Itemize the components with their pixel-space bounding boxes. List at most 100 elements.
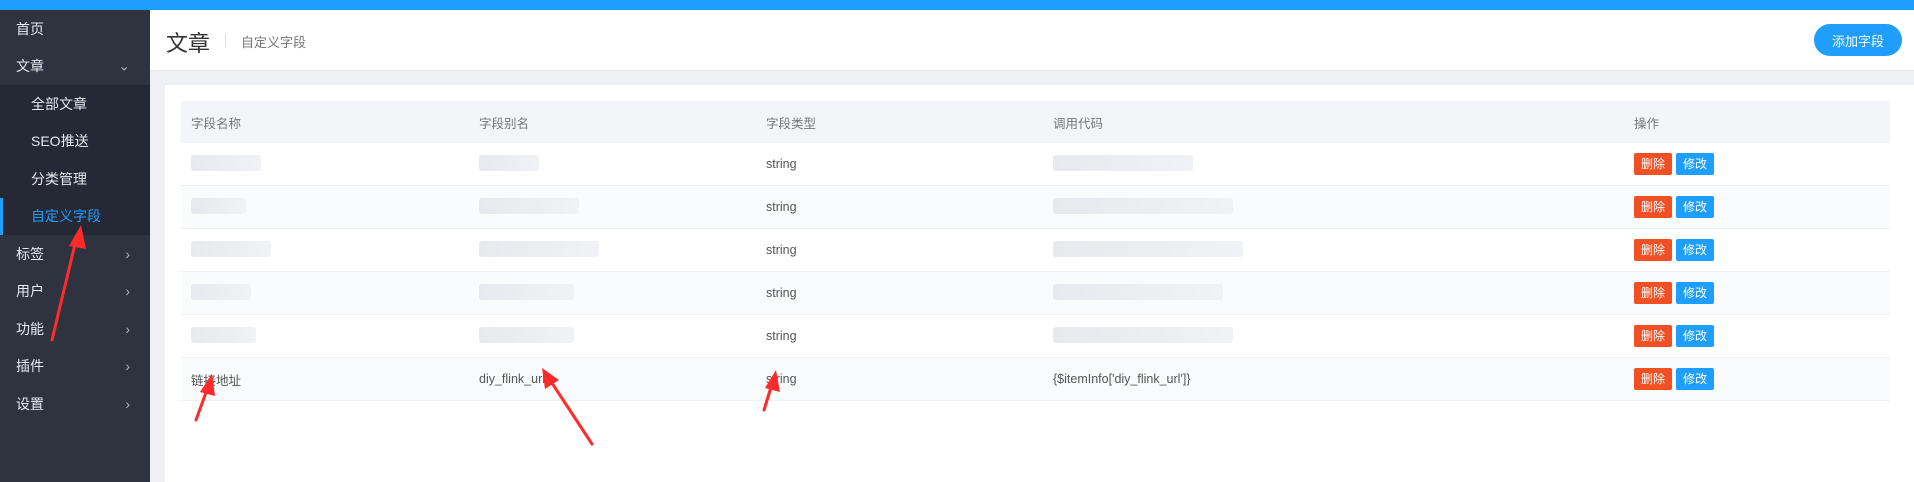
cell-alias (469, 271, 756, 315)
sidebar-item-label: 设置 (16, 395, 44, 412)
cell-type: string (756, 143, 1043, 186)
redacted-text (479, 154, 539, 171)
cell-code (1043, 143, 1624, 186)
sidebar-item-label: 标签 (16, 245, 44, 262)
table-row: string 删除 修改 (181, 271, 1890, 315)
table-header-row: 字段名称 字段别名 字段类型 调用代码 操作 (181, 101, 1890, 143)
table-row: string 删除 修改 (181, 185, 1890, 229)
page-title: 文章 (166, 31, 211, 56)
cell-name (181, 185, 469, 229)
delete-button[interactable]: 删除 (1634, 153, 1673, 175)
chevron-right-icon: › (125, 283, 130, 300)
sidebar-item-settings[interactable]: 设置 › (0, 385, 150, 423)
cell-name (181, 271, 469, 315)
sidebar-subitem-custom-fields[interactable]: 自定义字段 (0, 197, 150, 235)
column-header-code: 调用代码 (1043, 101, 1624, 143)
cell-type: string (756, 185, 1043, 229)
sidebar-subitem-seo-push[interactable]: SEO推送 (0, 123, 150, 161)
edit-button[interactable]: 修改 (1676, 196, 1715, 218)
sidebar-item-label: 文章 (16, 58, 44, 75)
cell-alias (469, 228, 756, 272)
chevron-right-icon: › (125, 245, 130, 262)
cell-name (181, 143, 469, 186)
cell-alias (469, 314, 756, 358)
redacted-text (479, 283, 574, 300)
column-header-name: 字段名称 (181, 101, 469, 143)
delete-button[interactable]: 删除 (1634, 325, 1673, 347)
chevron-right-icon: › (125, 320, 130, 337)
cell-name (181, 314, 469, 358)
edit-button[interactable]: 修改 (1676, 153, 1715, 175)
column-header-type: 字段类型 (756, 101, 1043, 143)
redacted-text (479, 240, 599, 257)
content-card: 字段名称 字段别名 字段类型 调用代码 操作 string 删除 修改 strin… (165, 85, 1914, 482)
redacted-text (191, 154, 261, 171)
cell-name: 链接地址 (181, 357, 469, 401)
delete-button[interactable]: 删除 (1634, 196, 1673, 218)
sidebar-subitem-label: 全部文章 (31, 95, 87, 112)
sidebar-item-features[interactable]: 功能 › (0, 310, 150, 348)
redacted-text (1053, 283, 1223, 300)
sidebar-subnav: 全部文章 SEO推送 分类管理 自定义字段 (0, 85, 150, 235)
edit-button[interactable]: 修改 (1676, 282, 1715, 304)
title-divider (225, 34, 226, 48)
edit-button[interactable]: 修改 (1676, 325, 1715, 347)
redacted-text (1053, 197, 1233, 214)
delete-button[interactable]: 删除 (1634, 282, 1673, 304)
cell-code (1043, 228, 1624, 272)
cell-actions: 删除 修改 (1624, 314, 1890, 358)
redacted-text (479, 326, 574, 343)
cell-alias (469, 185, 756, 229)
page-header: 文章 自定义字段 添加字段 (150, 10, 1914, 71)
cell-actions: 删除 修改 (1624, 228, 1890, 272)
cell-type: string (756, 357, 1043, 401)
sidebar-item-label: 首页 (16, 20, 44, 37)
column-header-alias: 字段别名 (469, 101, 756, 143)
chevron-right-icon: › (125, 358, 130, 375)
cell-code: {$itemInfo['diy_flink_url']} (1043, 357, 1624, 401)
cell-actions: 删除 修改 (1624, 357, 1890, 401)
cell-code (1043, 271, 1624, 315)
cell-code (1043, 314, 1624, 358)
sidebar-item-label: 插件 (16, 358, 44, 375)
table-row: string 删除 修改 (181, 314, 1890, 358)
redacted-text (191, 326, 256, 343)
cell-type: string (756, 314, 1043, 358)
redacted-text (191, 197, 246, 214)
breadcrumb: 自定义字段 (241, 35, 307, 50)
delete-button[interactable]: 删除 (1634, 368, 1673, 390)
sidebar-subitem-category-manage[interactable]: 分类管理 (0, 160, 150, 198)
redacted-text (1053, 240, 1243, 257)
sidebar: 首页 文章 ⌄ 全部文章 SEO推送 分类管理 自定义字段 标签 › 用户 › … (0, 10, 150, 482)
top-accent-bar (0, 0, 1914, 10)
cell-actions: 删除 修改 (1624, 185, 1890, 229)
sidebar-item-users[interactable]: 用户 › (0, 273, 150, 311)
delete-button[interactable]: 删除 (1634, 239, 1673, 261)
chevron-right-icon: › (125, 395, 130, 412)
sidebar-subitem-label: 自定义字段 (31, 208, 101, 225)
edit-button[interactable]: 修改 (1676, 368, 1715, 390)
sidebar-item-label: 用户 (16, 283, 44, 300)
cell-type: string (756, 271, 1043, 315)
cell-actions: 删除 修改 (1624, 143, 1890, 186)
sidebar-item-tags[interactable]: 标签 › (0, 235, 150, 273)
cell-alias: diy_flink_url (469, 357, 756, 401)
sidebar-item-label: 功能 (16, 320, 44, 337)
table-row: string 删除 修改 (181, 228, 1890, 272)
cell-code (1043, 185, 1624, 229)
redacted-text (1053, 154, 1193, 171)
sidebar-item-plugins[interactable]: 插件 › (0, 348, 150, 386)
sidebar-item-articles[interactable]: 文章 ⌄ (0, 48, 150, 86)
table-row: 链接地址 diy_flink_url string {$itemInfo['di… (181, 357, 1890, 401)
add-field-button[interactable]: 添加字段 (1814, 24, 1902, 56)
cell-name (181, 228, 469, 272)
sidebar-subitem-all-articles[interactable]: 全部文章 (0, 85, 150, 123)
redacted-text (191, 283, 251, 300)
edit-button[interactable]: 修改 (1676, 239, 1715, 261)
cell-alias (469, 143, 756, 186)
sidebar-item-home[interactable]: 首页 (0, 10, 150, 48)
sidebar-subitem-label: SEO推送 (31, 133, 89, 150)
sidebar-subitem-label: 分类管理 (31, 170, 87, 187)
column-header-actions: 操作 (1624, 101, 1890, 143)
cell-type: string (756, 228, 1043, 272)
